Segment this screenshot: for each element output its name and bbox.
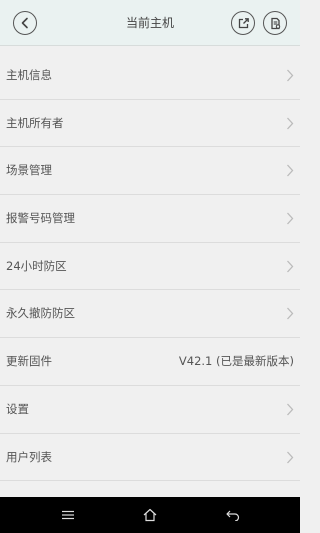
home-icon — [143, 508, 157, 522]
list-item-label: 报警号码管理 — [6, 211, 75, 226]
chevron-right-icon — [287, 212, 294, 225]
back-icon — [226, 510, 240, 521]
list-item-label: 更新固件 — [6, 354, 52, 369]
list-item-label: 24小时防区 — [6, 258, 67, 273]
list-item-settings[interactable]: 设置 — [0, 385, 300, 434]
list-item-user-list[interactable]: 用户列表 — [0, 433, 300, 482]
chevron-right-icon — [287, 308, 294, 320]
list-item-host-info[interactable]: 主机信息 — [0, 52, 300, 100]
system-back-button[interactable] — [223, 505, 243, 525]
list-item-label: 场景管理 — [6, 163, 52, 178]
list-item-label: 主机所有者 — [6, 115, 64, 130]
system-navigation-bar — [0, 497, 300, 533]
list-item-label: 永久撤防防区 — [6, 306, 75, 321]
chevron-right-icon — [287, 260, 294, 273]
chevron-right-icon — [287, 164, 294, 177]
menu-button[interactable] — [58, 505, 78, 525]
back-button[interactable] — [13, 11, 37, 35]
firmware-version: V42.1 (已是最新版本) — [178, 354, 294, 369]
chevron-right-icon — [287, 117, 294, 130]
list-item-alarm-numbers[interactable]: 报警号码管理 — [0, 195, 300, 243]
document-icon — [270, 17, 280, 29]
settings-list: 主机信息 主机所有者 场景管理 报警号码管理 24小时防区 永久撤防防区 更新固… — [0, 52, 300, 482]
chevron-right-icon — [287, 451, 294, 463]
back-arrow-icon — [21, 17, 28, 29]
share-button[interactable] — [231, 11, 255, 35]
list-item-update-firmware[interactable]: 更新固件 V42.1 (已是最新版本) — [0, 338, 300, 386]
list-item-label: 主机信息 — [6, 68, 52, 82]
page-title: 当前主机 — [125, 16, 174, 30]
home-button[interactable] — [140, 505, 160, 525]
share-icon — [238, 17, 249, 28]
app-header: 当前主机 — [0, 0, 300, 46]
menu-icon — [62, 510, 74, 520]
list-item-24h-zone[interactable]: 24小时防区 — [0, 242, 300, 291]
list-item-scene-management[interactable]: 场景管理 — [0, 147, 300, 196]
document-button[interactable] — [263, 11, 287, 35]
list-item-label: 设置 — [6, 401, 29, 416]
list-item-permanent-disarm-zone[interactable]: 永久撤防防区 — [0, 290, 300, 339]
list-item-label: 用户列表 — [6, 449, 52, 464]
chevron-right-icon — [287, 69, 294, 82]
list-item-host-owner[interactable]: 主机所有者 — [0, 99, 300, 148]
chevron-right-icon — [287, 403, 294, 416]
